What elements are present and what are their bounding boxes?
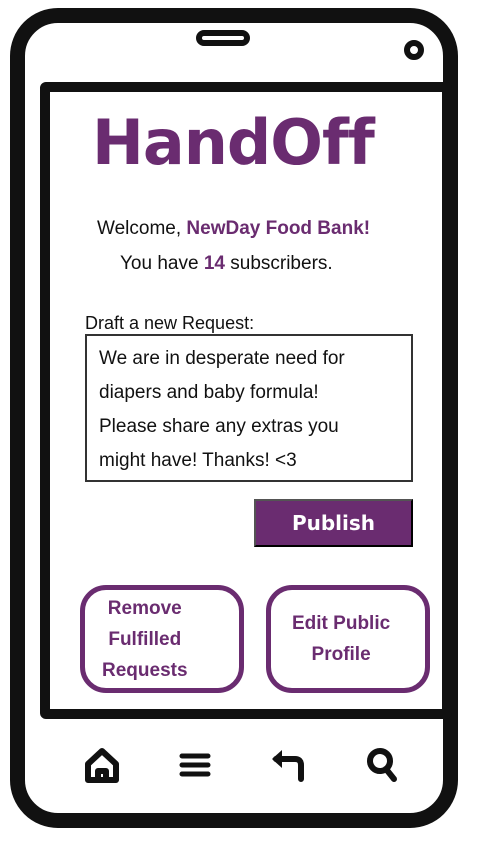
- app-screen: HandOff Welcome, NewDay Food Bank! You h…: [40, 82, 452, 719]
- welcome-prefix: Welcome,: [97, 218, 187, 239]
- back-icon[interactable]: [268, 745, 308, 785]
- subscriber-message: You have 14 subscribers.: [120, 253, 333, 275]
- edit-public-profile-button[interactable]: Edit Public Profile: [266, 585, 430, 693]
- publish-button[interactable]: Publish: [254, 499, 413, 547]
- welcome-message: Welcome, NewDay Food Bank!: [97, 218, 370, 240]
- menu-icon[interactable]: [175, 745, 215, 785]
- subscriber-count: 14: [203, 253, 225, 274]
- subscriber-prefix: You have: [120, 253, 204, 274]
- home-icon[interactable]: [82, 745, 122, 785]
- app-logo-title: HandOff: [92, 106, 375, 179]
- organization-name: NewDay Food Bank!: [186, 218, 371, 239]
- draft-request-textarea[interactable]: We are in desperate need for diapers and…: [85, 334, 413, 482]
- remove-fulfilled-requests-button[interactable]: Remove Fulfilled Requests: [80, 585, 244, 693]
- camera-icon: [404, 40, 424, 60]
- search-icon[interactable]: [362, 745, 402, 785]
- speaker-icon: [196, 30, 250, 46]
- subscriber-suffix: subscribers.: [224, 253, 333, 274]
- draft-request-label: Draft a new Request:: [85, 313, 255, 333]
